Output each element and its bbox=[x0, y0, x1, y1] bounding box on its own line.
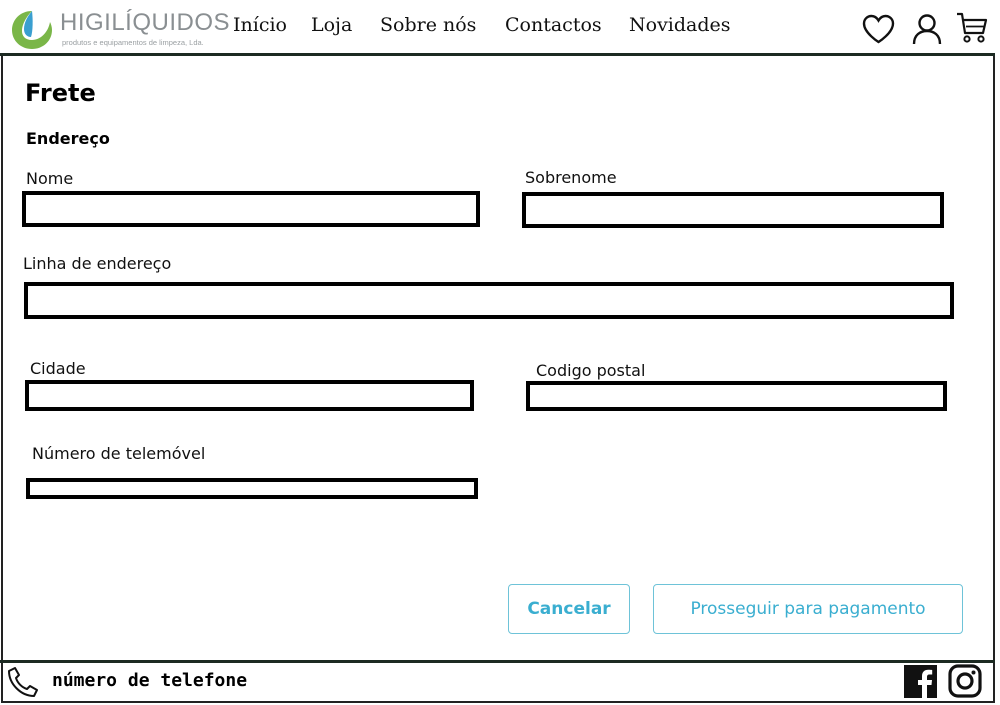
proceed-to-payment-button[interactable]: Prosseguir para pagamento bbox=[653, 584, 963, 634]
nav-novidades[interactable]: Novidades bbox=[629, 14, 731, 36]
nav-inicio[interactable]: Início bbox=[233, 14, 287, 36]
user-icon[interactable] bbox=[912, 13, 942, 45]
label-sobrenome: Sobrenome bbox=[525, 168, 617, 187]
nav-contactos[interactable]: Contactos bbox=[505, 14, 602, 36]
facebook-icon[interactable] bbox=[904, 665, 937, 698]
instagram-icon[interactable] bbox=[948, 664, 982, 698]
heart-icon[interactable] bbox=[862, 14, 895, 44]
nav-sobre-nos[interactable]: Sobre nós bbox=[380, 14, 476, 36]
label-linha-endereco: Linha de endereço bbox=[23, 254, 172, 273]
nav-loja[interactable]: Loja bbox=[311, 14, 352, 36]
codigo-postal-field[interactable] bbox=[526, 381, 947, 411]
header: HIGILÍQUIDOS produtos e equipamentos de … bbox=[0, 0, 1000, 56]
cancel-button[interactable]: Cancelar bbox=[508, 584, 630, 634]
label-telemovel: Número de telemóvel bbox=[32, 444, 206, 463]
address-line-field[interactable] bbox=[24, 282, 954, 319]
footer-divider bbox=[0, 660, 995, 663]
label-cidade: Cidade bbox=[30, 359, 86, 378]
telemovel-field[interactable] bbox=[26, 478, 478, 499]
brand-tagline: produtos e equipamentos de limpeza, Lda. bbox=[62, 38, 204, 47]
page-title: Frete bbox=[25, 79, 96, 107]
cidade-field[interactable] bbox=[25, 380, 474, 411]
brand-logo[interactable]: HIGILÍQUIDOS produtos e equipamentos de … bbox=[10, 8, 230, 52]
phone-icon bbox=[8, 667, 38, 697]
logo-mark-icon bbox=[12, 11, 52, 49]
label-nome: Nome bbox=[26, 169, 74, 188]
brand-name: HIGILÍQUIDOS bbox=[60, 9, 231, 36]
cart-icon[interactable] bbox=[956, 11, 988, 44]
sobrenome-field[interactable] bbox=[522, 192, 944, 228]
footer-phone-number: número de telefone bbox=[52, 670, 248, 691]
header-divider bbox=[0, 53, 995, 56]
section-title-endereco: Endereço bbox=[26, 129, 110, 148]
nome-field[interactable] bbox=[22, 191, 480, 227]
label-codigo-postal: Codigo postal bbox=[536, 361, 646, 380]
